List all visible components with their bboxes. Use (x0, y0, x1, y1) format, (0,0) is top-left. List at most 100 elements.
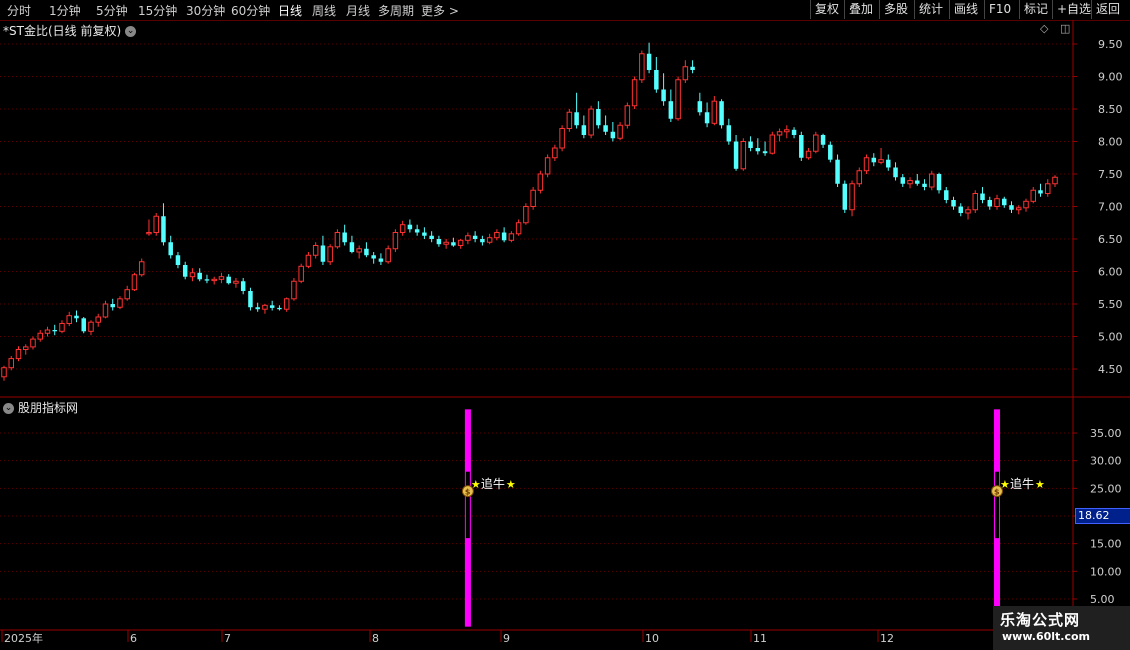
candle-body (936, 174, 942, 191)
candle-body (399, 224, 406, 233)
candle (849, 180, 855, 217)
star-icon: ★ (1035, 478, 1045, 491)
date-tick-label: 12 (880, 632, 894, 645)
candle-body (755, 148, 761, 152)
candle-body (776, 131, 783, 136)
candle (342, 224, 347, 246)
candle-body (8, 358, 14, 369)
candle (813, 131, 819, 154)
candle-body (37, 332, 43, 340)
candle (944, 187, 949, 204)
candle (784, 125, 790, 139)
candle (958, 203, 964, 217)
candle-body (624, 105, 631, 126)
candle-body (929, 173, 935, 188)
candle (197, 268, 202, 282)
candle (465, 232, 471, 245)
candle-body (95, 316, 101, 323)
candle (508, 231, 515, 243)
candle (364, 242, 369, 258)
candle-body (81, 318, 86, 332)
candle (429, 231, 434, 243)
candle-body (631, 79, 638, 107)
indicator-tick-label: 5.00 (1090, 593, 1115, 606)
price-tick-label: 6.00 (1098, 266, 1123, 279)
candle-body (494, 232, 500, 239)
candle-body (1016, 207, 1022, 211)
candle (574, 92, 579, 129)
candle (588, 105, 594, 139)
price-tick-label: 9.00 (1098, 71, 1123, 84)
candle (37, 330, 43, 342)
candle-body (74, 315, 79, 319)
date-tick-label: 2025年 (4, 631, 43, 645)
candle-body (508, 233, 515, 241)
candle-body (1045, 183, 1051, 194)
candle (1045, 179, 1051, 197)
candle (407, 219, 413, 233)
candle (110, 298, 115, 311)
candle (153, 213, 159, 236)
candle-body (443, 241, 449, 245)
candle-body (22, 346, 29, 350)
candle-body (378, 258, 384, 262)
candle (639, 50, 645, 83)
candle-body (211, 278, 217, 282)
candle (161, 203, 166, 246)
candle (399, 220, 406, 236)
date-tick-label: 10 (645, 632, 659, 645)
candle-body (371, 255, 376, 259)
candle (820, 133, 826, 148)
candle-body (972, 193, 979, 211)
candle (972, 190, 979, 213)
buy-signal: $★ 追牛 ★ (461, 409, 516, 627)
candle (262, 304, 268, 314)
candle (951, 196, 956, 210)
indicator-tick-label: 25.00 (1090, 482, 1122, 495)
candle-body (255, 307, 260, 310)
watermark-url: www.60lt.com (1002, 630, 1091, 643)
candle (269, 300, 275, 311)
candle-body (131, 274, 138, 291)
candle (277, 305, 282, 311)
candle-body (472, 235, 478, 239)
candle-body (726, 125, 732, 142)
candle (1052, 175, 1058, 187)
candle (52, 324, 57, 336)
candle-body (364, 248, 369, 256)
candle-body (610, 131, 616, 139)
candle (791, 127, 797, 139)
candle-body (523, 206, 529, 224)
candle-body (682, 66, 689, 81)
candle-body (907, 180, 913, 185)
candle (233, 278, 239, 288)
candle-body (661, 89, 666, 102)
candle-body (654, 70, 659, 90)
candle-body (704, 112, 710, 124)
candle (480, 235, 485, 246)
candle-body (559, 128, 565, 149)
candle-body (110, 304, 115, 308)
candle (124, 285, 130, 301)
candle (1030, 187, 1037, 204)
candle (733, 135, 739, 171)
candle (776, 128, 783, 142)
candle-body (544, 157, 551, 175)
candle (610, 122, 616, 142)
candle-body (813, 134, 819, 152)
date-tick-label: 6 (130, 632, 137, 645)
candle (762, 141, 768, 156)
chart-axes (0, 20, 1130, 642)
signal-series: $★追牛★$★追牛★$★追牛★ (461, 409, 1045, 627)
candle-body (298, 265, 304, 282)
candle-body (189, 272, 196, 278)
candle (356, 245, 362, 259)
candle (682, 60, 689, 83)
candle (805, 148, 812, 160)
candle-body (138, 261, 145, 276)
indicator-tick-label: 15.00 (1090, 538, 1122, 551)
candle-body (240, 281, 246, 291)
candle (371, 252, 376, 264)
candle-body (102, 303, 109, 318)
candle-body (385, 248, 391, 263)
